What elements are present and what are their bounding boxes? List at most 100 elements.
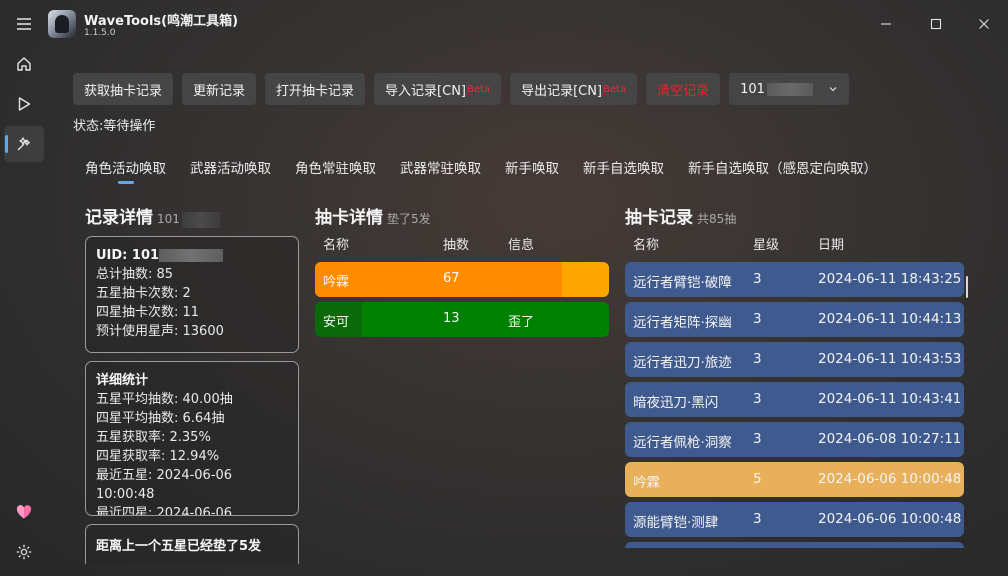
import-records-button[interactable]: 导入记录[CN] Beta bbox=[374, 73, 502, 105]
record-name: 远行者佩枪·洞察 bbox=[633, 435, 732, 451]
summary-card: UID: 101 总计抽数: 85 五星抽卡次数: 2 四星抽卡次数: 11 预… bbox=[85, 236, 299, 353]
record-row[interactable]: 暗夜迅刀·黑闪 3 2024-06-11 10:43:41 bbox=[625, 382, 964, 417]
records-scrollbar[interactable] bbox=[966, 276, 968, 298]
record-date: 2024-06-06 10:00:48 bbox=[818, 471, 962, 487]
pull-header-info: 信息 bbox=[508, 238, 535, 253]
uid-select[interactable]: 101 bbox=[729, 73, 850, 105]
record-header-star: 星级 bbox=[753, 238, 780, 253]
record-row[interactable]: 远行者迅刀·旅迹 3 2024-06-11 10:43:53 bbox=[625, 342, 964, 377]
record-name: 源能臂铠·测肆 bbox=[633, 515, 719, 531]
record-row[interactable]: 远行者臂铠·破障 3 2024-06-11 18:43:25 bbox=[625, 262, 964, 297]
record-row[interactable]: 远行者矩阵·探幽 3 2024-06-11 10:44:13 bbox=[625, 302, 964, 337]
record-details-title: 记录详情 101 bbox=[85, 203, 220, 228]
tab-beginner[interactable]: 新手唤取 bbox=[493, 157, 571, 177]
pool-tabs: 角色活动唤取 武器活动唤取 角色常驻唤取 武器常驻唤取 新手唤取 新手自选唤取 … bbox=[73, 157, 889, 184]
gear-icon[interactable] bbox=[4, 534, 44, 570]
pull-details-title: 抽卡详情 垫了5发 bbox=[315, 208, 431, 228]
last-five-star: 最近五星: 2024-06-06 10:00:48 bbox=[96, 468, 233, 502]
app-title: WaveTools(鸣潮工具箱) bbox=[84, 14, 239, 29]
pull-row[interactable]: 吟霖 67 bbox=[315, 262, 609, 297]
tab-weapon-standard[interactable]: 武器常驻唤取 bbox=[388, 157, 493, 177]
record-row[interactable]: 吟霖 5 2024-06-06 10:00:48 bbox=[625, 462, 964, 497]
four-star-count: 四星抽卡次数: 11 bbox=[96, 305, 200, 320]
five-star-rate: 五星获取率: 2.35% bbox=[96, 430, 211, 445]
pull-progress-fill bbox=[362, 302, 609, 337]
pull-name: 吟霖 bbox=[323, 275, 350, 290]
tab-character-event[interactable]: 角色活动唤取 bbox=[73, 157, 178, 184]
four-star-rate: 四星获取率: 12.94% bbox=[96, 449, 220, 464]
total-pulls: 总计抽数: 85 bbox=[96, 267, 174, 282]
export-label: 导出记录[CN] bbox=[521, 83, 603, 99]
uid-select-value: 101 bbox=[740, 81, 765, 97]
tab-beginner-selector[interactable]: 新手自选唤取 bbox=[571, 157, 676, 177]
record-details-uid: 101 bbox=[157, 211, 220, 228]
pull-header-name: 名称 bbox=[323, 238, 350, 253]
pull-details-subtitle: 垫了5发 bbox=[387, 212, 431, 226]
record-name: 吟霖 bbox=[633, 475, 660, 491]
pull-row[interactable]: 安可 13 歪了 bbox=[315, 302, 609, 337]
chevron-down-icon bbox=[829, 87, 837, 92]
clear-records-button[interactable]: 清空记录 bbox=[646, 73, 721, 105]
record-date: 2024-06-11 10:43:53 bbox=[818, 351, 962, 367]
toolbar: 获取抽卡记录 更新记录 打开抽卡记录 导入记录[CN] Beta 导出记录[CN]… bbox=[73, 73, 850, 105]
record-row[interactable]: 源能臂铠·测肆 3 2024-06-06 10:00:48 bbox=[625, 502, 964, 537]
record-name: 远行者迅刀·旅迹 bbox=[633, 355, 732, 371]
pull-progress-fill bbox=[315, 262, 562, 297]
five-star-average: 五星平均抽数: 40.00抽 bbox=[96, 392, 233, 407]
five-star-count: 五星抽卡次数: 2 bbox=[96, 286, 191, 301]
tab-beginner-selector-thanksgiving[interactable]: 新手自选唤取（感恩定向唤取） bbox=[676, 157, 889, 177]
gacha-icon[interactable] bbox=[4, 126, 44, 162]
record-star: 3 bbox=[753, 271, 762, 287]
record-name: 远行者矩阵·探幽 bbox=[633, 315, 732, 331]
play-icon[interactable] bbox=[4, 86, 44, 122]
tab-character-standard[interactable]: 角色常驻唤取 bbox=[283, 157, 388, 177]
pull-info: 歪了 bbox=[508, 315, 535, 330]
record-date: 2024-06-11 10:44:13 bbox=[818, 311, 962, 327]
record-date: 2024-06-11 18:43:25 bbox=[818, 271, 962, 287]
maximize-icon[interactable] bbox=[922, 10, 950, 38]
export-records-button[interactable]: 导出记录[CN] Beta bbox=[510, 73, 638, 105]
uid-redaction bbox=[181, 211, 220, 228]
uid-redaction bbox=[766, 82, 813, 96]
pity-text: 距离上一个五星已经垫了5发 bbox=[96, 539, 262, 554]
home-icon[interactable] bbox=[4, 46, 44, 82]
minimize-icon[interactable] bbox=[872, 10, 900, 38]
record-name: 远行者臂铠·破障 bbox=[633, 275, 732, 291]
estimated-astrite: 预计使用星声: 13600 bbox=[96, 324, 224, 339]
update-records-button[interactable]: 更新记录 bbox=[182, 73, 257, 105]
record-row[interactable]: 远行者佩枪·洞察 3 2024-06-08 10:27:11 bbox=[625, 422, 964, 457]
tab-weapon-event[interactable]: 武器活动唤取 bbox=[178, 157, 283, 177]
app-logo bbox=[48, 10, 76, 38]
record-date: 2024-06-08 10:27:11 bbox=[818, 431, 962, 447]
beta-badge: Beta bbox=[467, 83, 491, 95]
pull-count: 13 bbox=[443, 311, 460, 326]
pity-card: 距离上一个五星已经垫了5发 bbox=[85, 524, 299, 564]
pull-header-count: 抽数 bbox=[443, 238, 470, 253]
record-name: 暗夜迅刀·黑闪 bbox=[633, 395, 719, 411]
record-star: 3 bbox=[753, 431, 762, 447]
uid-redaction bbox=[159, 249, 224, 262]
detail-stats-card: 详细统计 五星平均抽数: 40.00抽 四星平均抽数: 6.64抽 五星获取率:… bbox=[85, 361, 299, 516]
beta-badge: Beta bbox=[603, 83, 627, 95]
nav-rail bbox=[0, 0, 48, 576]
close-icon[interactable] bbox=[970, 10, 998, 38]
get-records-button[interactable]: 获取抽卡记录 bbox=[73, 73, 174, 105]
gacha-records-title: 抽卡记录 共85抽 bbox=[625, 208, 737, 228]
record-row-partial[interactable] bbox=[625, 542, 964, 548]
record-header-date: 日期 bbox=[818, 238, 845, 253]
record-date: 2024-06-11 10:43:41 bbox=[818, 391, 962, 407]
heart-icon[interactable] bbox=[4, 494, 44, 530]
import-label: 导入记录[CN] bbox=[385, 83, 466, 99]
gacha-records-subtitle: 共85抽 bbox=[697, 212, 737, 226]
record-star: 3 bbox=[753, 311, 762, 327]
pull-count: 67 bbox=[443, 271, 460, 286]
record-star: 3 bbox=[753, 391, 762, 407]
record-star: 5 bbox=[753, 471, 762, 487]
open-records-button[interactable]: 打开抽卡记录 bbox=[265, 73, 366, 105]
status-text: 状态:等待操作 bbox=[73, 119, 156, 134]
record-star: 3 bbox=[753, 351, 762, 367]
menu-icon[interactable] bbox=[4, 6, 44, 42]
record-star: 3 bbox=[753, 511, 762, 527]
detail-stats-title: 详细统计 bbox=[96, 373, 149, 388]
app-version: 1.1.5.0 bbox=[84, 28, 116, 38]
